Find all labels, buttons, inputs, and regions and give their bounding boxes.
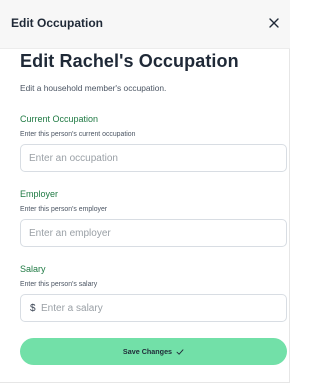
dialog-title: Edit Occupation [11, 16, 104, 30]
occupation-help-text: Enter this person's current occupation [20, 131, 136, 138]
currency-symbol: $ [30, 303, 36, 314]
employer-input[interactable] [21, 220, 286, 246]
close-icon [269, 18, 279, 28]
salary-field-group: Salary Enter this person's salary $ [20, 264, 287, 322]
salary-label: Salary [20, 264, 46, 274]
dialog-header: Edit Occupation [0, 0, 290, 49]
salary-help-text: Enter this person's salary [20, 281, 98, 288]
check-icon [176, 348, 184, 356]
employer-field-group: Employer Enter this person's employer [20, 189, 287, 247]
salary-input-container: $ [20, 294, 287, 322]
employer-help-text: Enter this person's employer [20, 206, 108, 213]
page-title: Edit Rachel's Occupation [20, 51, 239, 71]
save-button-label: Save Changes [122, 347, 173, 356]
employer-label: Employer [20, 189, 59, 199]
employer-input-container [20, 219, 287, 247]
salary-input[interactable] [21, 295, 286, 321]
occupation-label: Current Occupation [20, 114, 99, 124]
occupation-field-group: Current Occupation Enter this person's c… [20, 114, 287, 172]
occupation-input[interactable] [21, 145, 286, 171]
edit-occupation-dialog: Edit Occupation Edit Rachel's Occupation… [0, 0, 290, 383]
occupation-input-container [20, 144, 287, 172]
save-changes-button[interactable]: Save Changes [20, 338, 287, 365]
close-button[interactable] [266, 15, 282, 31]
page-description: Edit a household member's occupation. [20, 83, 167, 93]
